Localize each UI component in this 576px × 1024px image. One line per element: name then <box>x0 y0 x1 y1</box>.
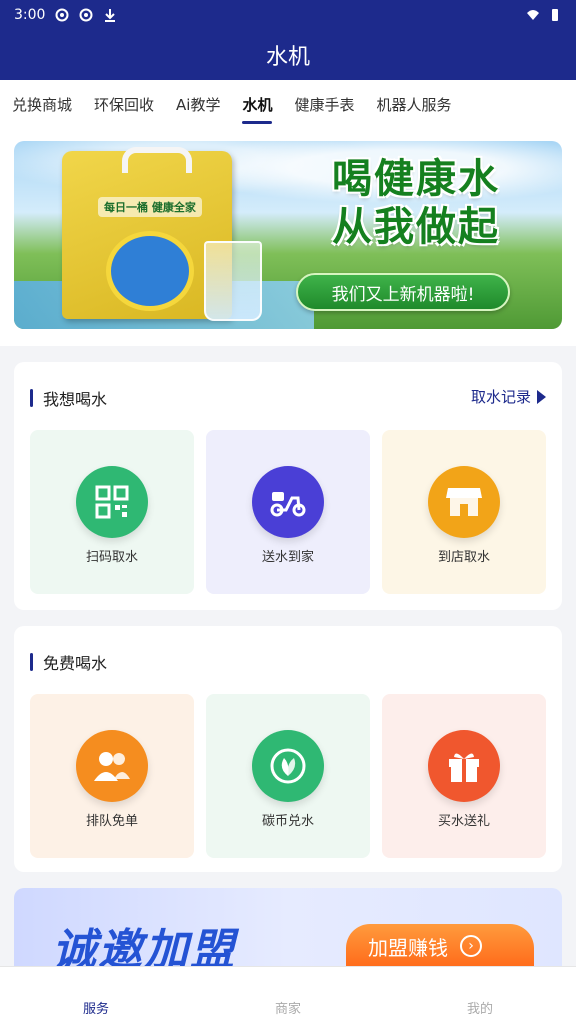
app-notification-icon <box>55 8 69 22</box>
bottom-nav: 服务 商家 我的 <box>0 966 576 1024</box>
status-time: 3:00 <box>14 7 46 23</box>
home-delivery-tile[interactable]: 送水到家 <box>206 430 370 594</box>
bag-runner-graphic <box>106 231 194 311</box>
water-glass-image <box>204 241 262 321</box>
app-notification-icon <box>79 8 93 22</box>
leaf-icon <box>252 730 324 802</box>
section-header: 我想喝水 <box>30 386 107 410</box>
tab-label: 环保回收 <box>94 95 155 114</box>
app-bar: 水机 <box>0 30 576 80</box>
bag-handle <box>122 147 192 173</box>
banner-title: 喝健康水 从我做起 <box>306 155 526 251</box>
section-header: 免费喝水 <box>30 650 107 674</box>
tab-label: 水机 <box>242 95 273 114</box>
wifi-icon <box>527 10 539 20</box>
status-bar: 3:00 <box>0 0 576 30</box>
tab-health-watch[interactable]: 健康手表 <box>294 80 354 128</box>
tab-water-machine[interactable]: 水机 <box>242 80 273 128</box>
tile-label: 送水到家 <box>261 550 314 565</box>
bag-slogan: 每日一桶 健康全家 <box>98 197 202 217</box>
store-icon <box>428 466 500 538</box>
join-earn-label: 加盟赚钱 <box>368 935 448 960</box>
banner-title-line1: 喝健康水 <box>332 156 500 202</box>
promo-banner[interactable]: 每日一桶 健康全家 喝健康水 从我做起 我们又上新机器啦! <box>14 141 562 329</box>
section-accent-bar <box>30 653 33 671</box>
section-title: 免费喝水 <box>43 654 108 673</box>
tab-robot-service[interactable]: 机器人服务 <box>377 80 452 128</box>
free-water-card: 免费喝水 排队免单 碳币兑水 买水送礼 <box>14 626 562 872</box>
banner-title-line2: 从我做起 <box>332 204 500 250</box>
store-pickup-tile[interactable]: 到店取水 <box>382 430 546 594</box>
category-tabs: 兑换商城 环保回收 Ai教学 水机 健康手表 机器人服务 <box>0 80 576 128</box>
tile-label: 排队免单 <box>85 814 138 829</box>
scan-qr-tile[interactable]: 扫码取水 <box>30 430 194 594</box>
water-record-link[interactable]: 取水记录 <box>471 386 546 407</box>
tab-label: 机器人服务 <box>376 95 452 114</box>
section-title: 我想喝水 <box>43 390 108 409</box>
tab-label: 兑换商城 <box>12 95 73 114</box>
nav-mine[interactable]: 我的 <box>384 967 576 1024</box>
scooter-icon <box>252 466 324 538</box>
water-record-label: 取水记录 <box>470 388 531 406</box>
qr-code-icon <box>76 466 148 538</box>
section-accent-bar <box>30 389 33 407</box>
tile-label: 扫码取水 <box>85 550 138 565</box>
tab-label: 健康手表 <box>294 95 355 114</box>
gift-icon <box>428 730 500 802</box>
join-earn-button[interactable]: 加盟赚钱 › <box>346 924 534 968</box>
chevron-right-icon: › <box>460 935 482 957</box>
tab-exchange-mall[interactable]: 兑换商城 <box>12 80 72 128</box>
tile-label: 碳币兑水 <box>261 814 314 829</box>
carbon-coin-tile[interactable]: 碳币兑水 <box>206 694 370 858</box>
nav-label: 服务 <box>82 1002 109 1017</box>
nav-label: 我的 <box>466 1002 493 1017</box>
nav-service[interactable]: 服务 <box>0 967 192 1024</box>
join-promo-banner[interactable]: 诚邀加盟 加盟赚钱 › <box>14 888 562 968</box>
people-icon <box>76 730 148 802</box>
triangle-right-icon <box>537 389 546 404</box>
nav-label: 商家 <box>274 1002 301 1017</box>
tile-label: 买水送礼 <box>437 814 490 829</box>
page-title: 水机 <box>265 45 310 70</box>
tab-ai-teaching[interactable]: Ai教学 <box>176 80 220 128</box>
battery-icon <box>552 9 558 21</box>
drink-water-card: 我想喝水 取水记录 扫码取水 送水到家 到店取水 <box>14 362 562 610</box>
download-icon <box>105 9 116 22</box>
banner-section: 每日一桶 健康全家 喝健康水 从我做起 我们又上新机器啦! <box>0 128 576 346</box>
banner-pill: 我们又上新机器啦! <box>296 273 510 311</box>
tab-recycling[interactable]: 环保回收 <box>94 80 154 128</box>
promo-text: 诚邀加盟 <box>52 925 236 968</box>
nav-merchant[interactable]: 商家 <box>192 967 384 1024</box>
tab-label: Ai教学 <box>176 95 221 114</box>
queue-free-tile[interactable]: 排队免单 <box>30 694 194 858</box>
tile-label: 到店取水 <box>437 550 490 565</box>
buy-water-gift-tile[interactable]: 买水送礼 <box>382 694 546 858</box>
